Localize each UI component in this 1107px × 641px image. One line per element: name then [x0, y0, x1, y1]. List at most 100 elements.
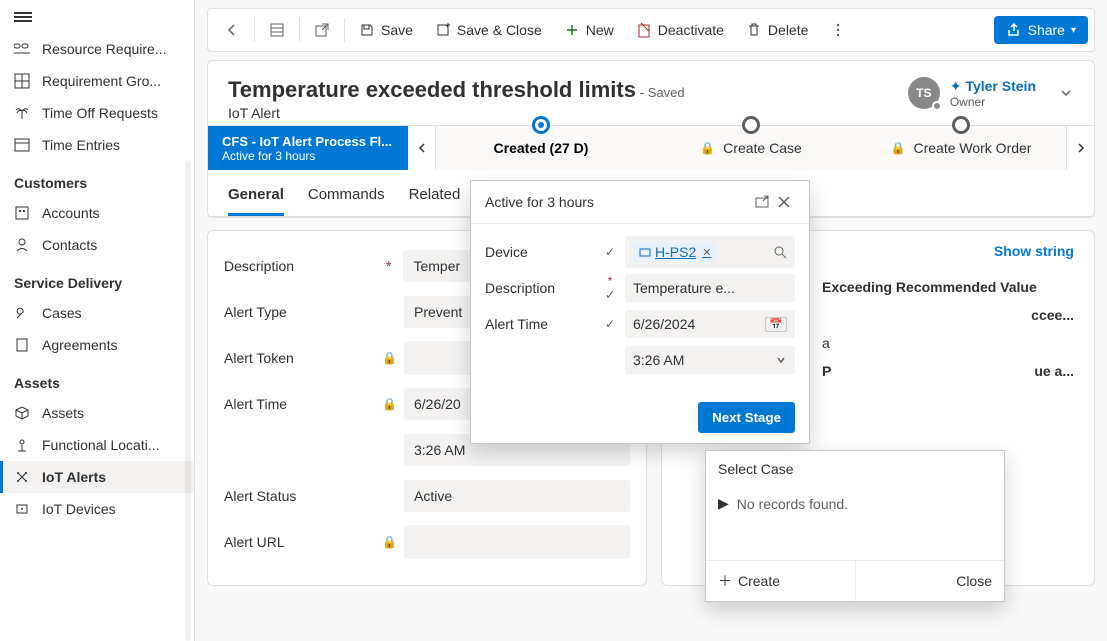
tab-related[interactable]: Related — [409, 180, 461, 216]
nav-requirement-groups[interactable]: Requirement Gro... — [0, 65, 194, 97]
right-text: a — [822, 329, 1074, 357]
field-label-alert-time: Alert Time — [224, 396, 374, 412]
share-label: Share — [1028, 22, 1065, 38]
field-label-alert-token: Alert Token — [224, 350, 374, 366]
chevron-right-icon: ▶ — [718, 495, 729, 512]
calendar-icon — [14, 137, 30, 153]
tab-commands[interactable]: Commands — [308, 180, 385, 216]
share-button[interactable]: Share ▾ — [994, 16, 1088, 44]
plus-icon: ＋ — [718, 571, 732, 591]
lock-icon: 🔒 — [382, 351, 396, 365]
nav-contacts[interactable]: Contacts — [0, 229, 194, 261]
trash-icon — [746, 22, 762, 38]
remove-icon[interactable]: ✕ — [700, 246, 711, 259]
bpf-stage-create-case[interactable]: 🔒 Create Case — [646, 126, 856, 170]
nav-label: Accounts — [42, 205, 100, 221]
flyout-title: Active for 3 hours — [485, 194, 594, 210]
lookup-dropdown: Select Case ▶ No records found. ＋ Create… — [705, 450, 1005, 602]
bpf-prev-button[interactable] — [408, 126, 436, 170]
lookup-create-button[interactable]: ＋ Create — [706, 561, 855, 601]
device-lookup-pill[interactable]: H-PS2 ✕ — [633, 242, 717, 262]
search-icon[interactable] — [773, 245, 787, 259]
nav-label: Agreements — [42, 337, 117, 353]
lookup-empty-row: ▶ No records found. — [706, 487, 1004, 520]
command-bar: Save Save & Close New Deactivate Delete — [207, 8, 1095, 52]
lock-icon: 🔒 — [382, 535, 396, 549]
owner-link[interactable]: Tyler Stein — [965, 78, 1036, 94]
right-heading: Exceeding Recommended Value — [822, 259, 1074, 301]
nav-label: Time Off Requests — [42, 105, 158, 121]
stage-circle-icon — [952, 116, 970, 134]
nav-time-off[interactable]: Time Off Requests — [0, 97, 194, 129]
save-label: Save — [381, 22, 413, 38]
owner-chevron[interactable] — [1058, 85, 1074, 101]
nav-cases[interactable]: Cases — [0, 297, 194, 329]
presence-icon — [932, 101, 942, 111]
show-pane-button[interactable] — [259, 16, 295, 44]
delete-button[interactable]: Delete — [736, 16, 818, 44]
flyout-alert-time-label: Alert Time — [485, 316, 595, 332]
lock-icon: 🔒 — [891, 141, 906, 155]
deactivate-label: Deactivate — [658, 22, 724, 38]
nav-agreements[interactable]: Agreements — [0, 329, 194, 361]
stage-circle-icon — [742, 116, 760, 134]
lookup-close-button[interactable]: Close — [855, 561, 1005, 601]
panel-icon — [269, 22, 285, 38]
overflow-button[interactable] — [820, 16, 856, 44]
nav-assets[interactable]: Assets — [0, 397, 194, 429]
bpf-next-button[interactable] — [1066, 126, 1094, 170]
bpf-stage-create-work-order[interactable]: 🔒 Create Work Order — [856, 126, 1066, 170]
wrench-icon — [14, 305, 30, 321]
right-text: P — [822, 357, 831, 385]
flyout-time-input[interactable]: 3:26 AM — [625, 346, 795, 374]
flyout-desc-input[interactable]: Temperature e... — [625, 274, 795, 302]
bpf-process-name[interactable]: CFS - IoT Alert Process Fl... Active for… — [208, 126, 408, 170]
field-label-alert-type: Alert Type — [224, 304, 374, 320]
new-button[interactable]: New — [554, 16, 624, 44]
nav-resource-requirements[interactable]: Resource Require... — [0, 33, 194, 65]
calendar-icon[interactable]: 📅 — [765, 317, 787, 332]
nav-iot-devices[interactable]: IoT Devices — [0, 493, 194, 525]
field-label-description: Description — [224, 258, 374, 274]
building-icon — [14, 205, 30, 221]
required-icon: * — [382, 258, 395, 274]
right-text: ue a... — [1034, 357, 1074, 385]
alert-status-input[interactable]: Active — [404, 480, 630, 512]
chevron-down-icon[interactable] — [775, 354, 787, 366]
tab-general[interactable]: General — [228, 180, 284, 216]
document-icon — [14, 337, 30, 353]
box-icon — [14, 405, 30, 421]
lock-icon: 🔒 — [700, 141, 715, 155]
owner-role: Owner — [950, 95, 1036, 109]
next-stage-button[interactable]: Next Stage — [698, 402, 795, 433]
nav-label: Resource Require... — [42, 41, 167, 57]
nav-functional-locations[interactable]: Functional Locati... — [0, 429, 194, 461]
avatar[interactable]: TS — [908, 77, 940, 109]
save-close-button[interactable]: Save & Close — [425, 16, 552, 44]
back-button[interactable] — [214, 16, 250, 44]
flyout-date-input[interactable]: 6/26/2024 📅 — [625, 310, 795, 338]
new-label: New — [586, 22, 614, 38]
nav-accounts[interactable]: Accounts — [0, 197, 194, 229]
show-string-link[interactable]: Show string — [822, 243, 1074, 259]
flyout-desc-label: Description — [485, 280, 595, 296]
separator — [344, 18, 345, 42]
share-icon — [1006, 22, 1022, 38]
nav-time-entries[interactable]: Time Entries — [0, 129, 194, 161]
separator — [254, 18, 255, 42]
nav-iot-alerts[interactable]: IoT Alerts — [0, 461, 194, 493]
sidebar-scrollbar[interactable] — [185, 160, 191, 641]
nav-group-service: Service Delivery — [0, 261, 194, 297]
open-new-window-button[interactable] — [304, 16, 340, 44]
check-icon: ✓ — [603, 317, 617, 331]
close-icon[interactable] — [773, 191, 795, 213]
flyout-device-input[interactable]: H-PS2 ✕ — [625, 236, 795, 268]
owner-prefix: ✦ — [950, 78, 962, 94]
popout-icon — [314, 22, 330, 38]
deactivate-button[interactable]: Deactivate — [626, 16, 734, 44]
bpf-stage-created[interactable]: Created (27 D) — [436, 126, 646, 170]
save-button[interactable]: Save — [349, 16, 423, 44]
hamburger-icon[interactable] — [14, 10, 32, 24]
dock-icon[interactable] — [751, 191, 773, 213]
bpf-bar: CFS - IoT Alert Process Fl... Active for… — [208, 125, 1094, 170]
